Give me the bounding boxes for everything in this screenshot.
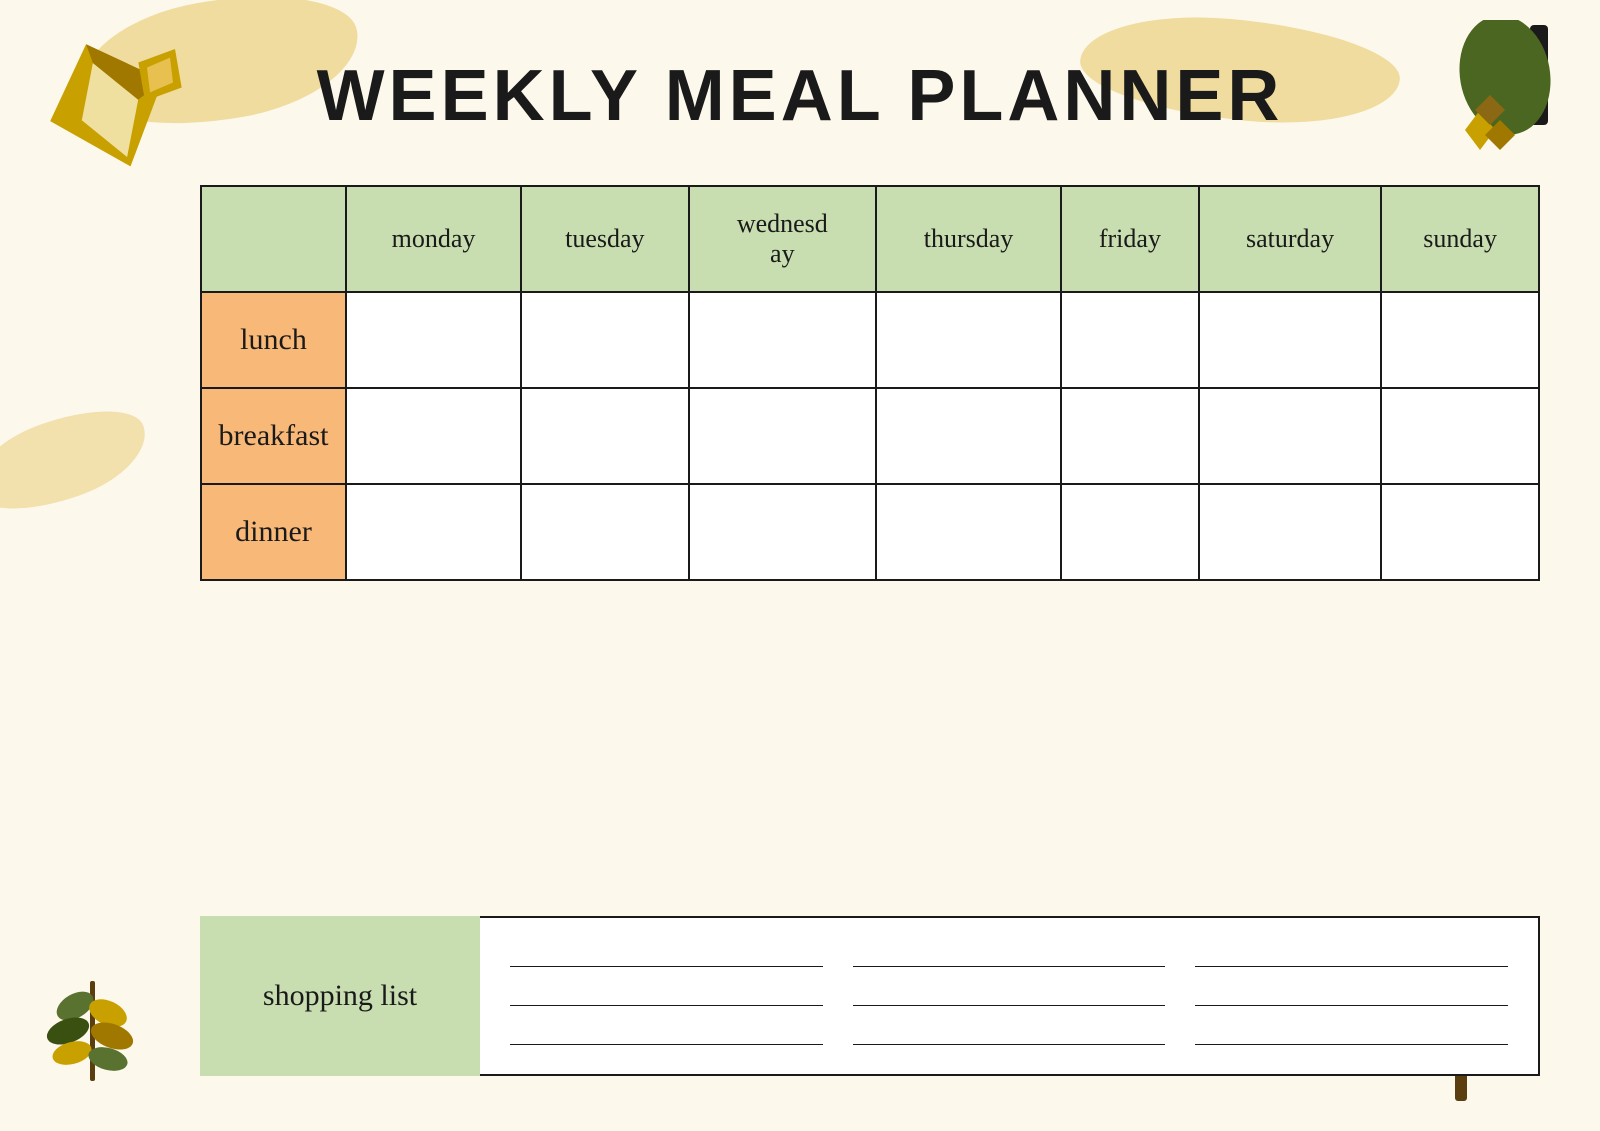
breakfast-monday[interactable] — [346, 388, 521, 484]
shopping-row-2 — [510, 986, 1508, 1006]
shopping-line-5[interactable] — [853, 986, 1166, 1006]
shopping-line-6[interactable] — [1195, 986, 1508, 1006]
lunch-friday[interactable] — [1061, 292, 1199, 388]
shopping-line-9[interactable] — [1195, 1025, 1508, 1045]
shopping-line-8[interactable] — [853, 1025, 1166, 1045]
header-sunday: sunday — [1381, 186, 1539, 292]
header-saturday: saturday — [1199, 186, 1381, 292]
lunch-wednesday[interactable] — [689, 292, 876, 388]
dinner-monday[interactable] — [346, 484, 521, 580]
page: WEEKLY MEAL PLANNER monday tuesday wedne… — [0, 0, 1600, 1131]
header-row: monday tuesday wednesday thursday friday… — [201, 186, 1539, 292]
dinner-sunday[interactable] — [1381, 484, 1539, 580]
dinner-tuesday[interactable] — [521, 484, 689, 580]
lunch-tuesday[interactable] — [521, 292, 689, 388]
breakfast-friday[interactable] — [1061, 388, 1199, 484]
leaf-decoration-bl — [30, 971, 160, 1101]
header-thursday: thursday — [876, 186, 1061, 292]
shopping-section: shopping list — [200, 916, 1540, 1076]
shopping-lines — [480, 916, 1540, 1076]
breakfast-label: breakfast — [201, 388, 346, 484]
breakfast-saturday[interactable] — [1199, 388, 1381, 484]
breakfast-tuesday[interactable] — [521, 388, 689, 484]
page-title: WEEKLY MEAL PLANNER — [0, 55, 1600, 137]
shopping-line-7[interactable] — [510, 1025, 823, 1045]
lunch-thursday[interactable] — [876, 292, 1061, 388]
header-tuesday: tuesday — [521, 186, 689, 292]
dinner-saturday[interactable] — [1199, 484, 1381, 580]
dinner-label: dinner — [201, 484, 346, 580]
decoration-blob-ml — [0, 392, 158, 529]
shopping-line-3[interactable] — [1195, 947, 1508, 967]
shopping-line-1[interactable] — [510, 947, 823, 967]
lunch-monday[interactable] — [346, 292, 521, 388]
shopping-line-4[interactable] — [510, 986, 823, 1006]
lunch-row: lunch — [201, 292, 1539, 388]
breakfast-thursday[interactable] — [876, 388, 1061, 484]
dinner-wednesday[interactable] — [689, 484, 876, 580]
lunch-sunday[interactable] — [1381, 292, 1539, 388]
header-monday: monday — [346, 186, 521, 292]
breakfast-sunday[interactable] — [1381, 388, 1539, 484]
shopping-label: shopping list — [200, 916, 480, 1076]
planner-container: monday tuesday wednesday thursday friday… — [200, 185, 1540, 581]
shopping-line-2[interactable] — [853, 947, 1166, 967]
lunch-saturday[interactable] — [1199, 292, 1381, 388]
breakfast-wednesday[interactable] — [689, 388, 876, 484]
dinner-thursday[interactable] — [876, 484, 1061, 580]
planner-table: monday tuesday wednesday thursday friday… — [200, 185, 1540, 581]
shopping-row-3 — [510, 1025, 1508, 1045]
header-friday: friday — [1061, 186, 1199, 292]
lunch-label: lunch — [201, 292, 346, 388]
dinner-row: dinner — [201, 484, 1539, 580]
shopping-row-1 — [510, 947, 1508, 967]
breakfast-row: breakfast — [201, 388, 1539, 484]
dinner-friday[interactable] — [1061, 484, 1199, 580]
header-wednesday: wednesday — [689, 186, 876, 292]
